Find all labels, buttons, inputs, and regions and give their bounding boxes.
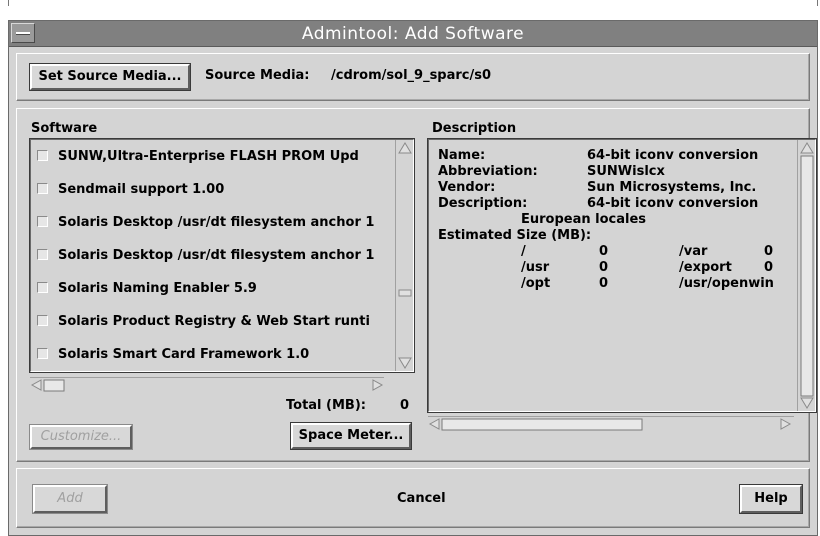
size-value: 0	[764, 244, 774, 259]
source-media-label: Source Media:	[205, 68, 310, 83]
customize-button[interactable]: Customize...	[29, 424, 133, 450]
software-list[interactable]: SUNW,Ultra-Enterprise FLASH PROM Upd Sen…	[29, 138, 415, 373]
size-value: 0	[599, 244, 609, 259]
description-box: Name: 64-bit iconv conversion Abbreviati…	[427, 138, 817, 413]
description-heading: Description	[432, 121, 517, 136]
desc-description-label: Description:	[438, 196, 528, 211]
description-vertical-scrollbar[interactable]	[797, 140, 815, 411]
desc-vendor-label: Vendor:	[438, 180, 496, 195]
checkbox-icon[interactable]	[37, 216, 48, 227]
space-meter-button[interactable]: Space Meter...	[290, 422, 412, 450]
add-button[interactable]: Add	[32, 484, 108, 514]
total-mb-label: Total (MB):	[286, 398, 366, 413]
size-path: /	[521, 244, 526, 259]
checkbox-icon[interactable]	[37, 249, 48, 260]
frame-corner-left	[8, 0, 9, 6]
scroll-arrows-icon	[398, 142, 412, 369]
list-item[interactable]: Solaris Desktop /usr/dt filesystem ancho…	[37, 248, 399, 270]
desc-size-label: Estimated Size (MB):	[438, 228, 592, 243]
list-item[interactable]: Solaris Product Registry & Web Start run…	[37, 314, 399, 336]
list-item[interactable]: Sendmail support 1.00	[37, 182, 399, 204]
title-bar[interactable]: Admintool: Add Software	[9, 21, 817, 47]
checkbox-icon[interactable]	[37, 150, 48, 161]
checkbox-icon[interactable]	[37, 348, 48, 359]
size-path: /usr/openwin	[679, 276, 774, 291]
list-item[interactable]: SUNW,Ultra-Enterprise FLASH PROM Upd	[37, 149, 399, 171]
frame-corner-right	[817, 0, 818, 6]
cancel-button[interactable]: Cancel	[397, 491, 446, 506]
checkbox-icon[interactable]	[37, 282, 48, 293]
scroll-arrows-icon	[428, 418, 792, 431]
set-source-media-button[interactable]: Set Source Media...	[29, 63, 191, 91]
software-heading: Software	[31, 121, 98, 136]
checkbox-icon[interactable]	[37, 315, 48, 326]
window-title: Admintool: Add Software	[301, 24, 525, 44]
size-path: /var	[679, 244, 708, 259]
list-item[interactable]: Solaris Smart Card Framework 1.0	[37, 347, 399, 369]
desc-vendor-value: Sun Microsystems, Inc.	[587, 180, 757, 195]
size-path: /usr	[521, 260, 550, 275]
software-horizontal-scrollbar[interactable]	[30, 377, 384, 393]
desc-description-continued: European locales	[521, 212, 647, 227]
list-item[interactable]: Solaris Naming Enabler 5.9	[37, 281, 399, 303]
scroll-arrows-icon	[800, 142, 814, 409]
total-mb-value: 0	[400, 398, 410, 413]
desc-abbr-value: SUNWislcx	[587, 164, 665, 179]
desc-description-value: 64-bit iconv conversion	[587, 196, 759, 211]
checkbox-icon[interactable]	[37, 183, 48, 194]
desc-abbr-label: Abbreviation:	[438, 164, 538, 179]
size-path: /opt	[521, 276, 551, 291]
desc-name-label: Name:	[438, 148, 486, 163]
desc-name-value: 64-bit iconv conversion	[587, 148, 759, 163]
help-button[interactable]: Help	[739, 484, 803, 514]
size-path: /export	[679, 260, 732, 275]
software-vertical-scrollbar[interactable]	[395, 140, 413, 371]
description-horizontal-scrollbar[interactable]	[428, 416, 794, 432]
list-item[interactable]: Solaris Desktop /usr/dt filesystem ancho…	[37, 215, 399, 237]
size-value: 0	[599, 276, 609, 291]
source-media-value: /cdrom/sol_9_sparc/s0	[331, 68, 492, 83]
size-value: 0	[599, 260, 609, 275]
scroll-arrows-icon	[30, 379, 384, 392]
size-value: 0	[764, 260, 774, 275]
